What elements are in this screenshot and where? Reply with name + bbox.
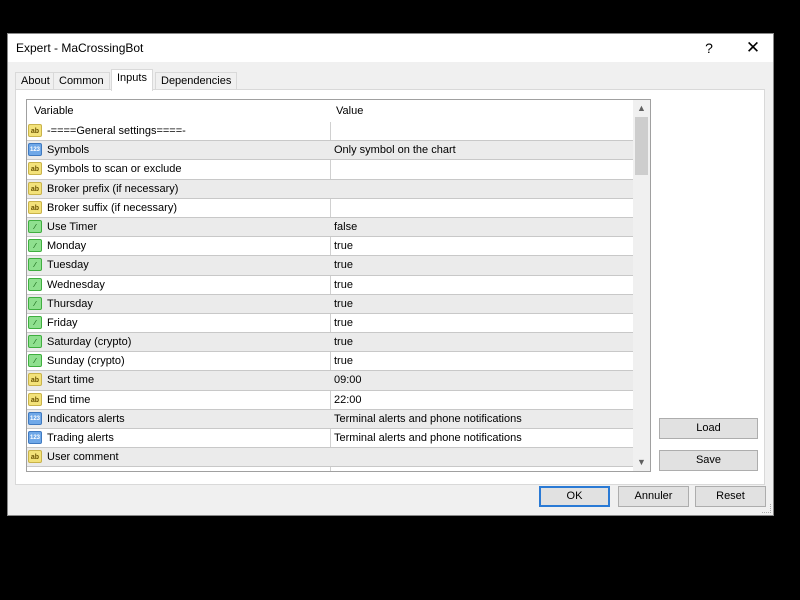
table-row[interactable]: ab Symbols to scan or exclude [27,160,634,180]
variable-value[interactable]: false [334,221,357,233]
variable-value[interactable]: true [334,317,353,329]
table-row[interactable]: ⁄ Friday true [27,314,634,334]
variable-value[interactable]: Terminal alerts and phone notifications [334,432,522,444]
string-type-icon: ab [28,181,42,195]
variable-name: -====General settings====- [47,125,186,137]
table-row[interactable]: 123 Indicators alerts Terminal alerts and … [27,409,634,429]
variable-name: Wednesday [47,278,105,291]
variable-name: End time [47,393,91,406]
string-type-icon: ab [28,162,42,176]
bool-type-icon: ⁄ [28,354,42,368]
table-row[interactable]: ab -====General settings====- [27,122,634,142]
variable-name: Use Timer [47,220,98,233]
enum-type-icon: 123 [28,143,42,157]
load-button[interactable]: Load [659,418,758,439]
variable-name: Symbols [47,144,90,157]
string-type-icon: ab [28,124,42,137]
table-row[interactable]: 123 Trading alerts Terminal alerts and pho… [27,429,634,449]
bool-type-icon: ⁄ [28,315,42,329]
grid-rows: ab -====General settings====- 123 Symbols On… [27,122,634,468]
variable-name: Broker suffix (if necessary) [47,201,178,214]
ok-button[interactable]: OK [539,486,610,507]
enum-type-icon: 123 [28,431,42,444]
variable-value[interactable]: true [334,240,353,252]
inputs-grid: Variable Value ab -====General settings==… [26,99,651,472]
scroll-up-icon[interactable]: ▲ [633,100,650,117]
column-header-variable[interactable]: Variable [34,105,74,117]
close-button[interactable]: ✕ [738,38,768,58]
scroll-thumb[interactable] [635,117,648,175]
tab-about[interactable]: About [15,72,56,90]
table-row[interactable]: ab End time 22:00 [27,391,634,410]
table-row[interactable]: ab User comment [27,448,634,468]
enum-type-icon: 123 [28,411,42,425]
table-row[interactable]: ⁄ Use Timer false [27,217,634,238]
variable-name: Indicators alerts [47,412,125,425]
vertical-scrollbar[interactable]: ▲ ▼ [633,100,650,471]
table-row[interactable]: 123 Symbols Only symbol on the chart [27,141,634,161]
variable-name: Sunday (crypto) [47,355,125,368]
title-bar: Expert - MaCrossingBot ? ✕ [8,34,773,62]
reset-button[interactable]: Reset [695,486,766,507]
variable-value[interactable]: 22:00 [334,394,362,406]
variable-value[interactable]: Terminal alerts and phone notifications [334,413,522,425]
bool-type-icon: ⁄ [28,277,42,291]
variable-name: Thursday [47,297,93,310]
column-header-value[interactable]: Value [336,105,363,117]
bool-type-icon: ⁄ [28,335,42,349]
cancel-button[interactable]: Annuler [618,486,689,507]
variable-value[interactable]: true [334,298,353,310]
table-row[interactable]: ⁄ Saturday (crypto) true [27,333,634,353]
variable-value[interactable]: true [334,336,353,348]
string-type-icon: ab [28,450,42,464]
variable-name: Tuesday [47,259,89,272]
variable-value[interactable]: true [334,355,353,367]
string-type-icon: ab [28,200,42,214]
table-row[interactable]: ⁄ Monday true [27,237,634,257]
tab-inputs[interactable]: Inputs [111,69,153,91]
tab-common[interactable]: Common [53,72,110,90]
grid-header: Variable Value [27,100,634,122]
table-row[interactable]: ab Start time 09:00 [27,371,634,391]
bool-type-icon: ⁄ [28,239,42,253]
scroll-down-icon[interactable]: ▼ [633,454,650,471]
variable-name: User comment [47,451,119,464]
string-type-icon: ab [28,373,42,387]
variable-value[interactable]: Only symbol on the chart [334,144,456,156]
variable-name: Start time [47,374,95,387]
table-row[interactable]: ⁄ Tuesday true [27,256,634,276]
table-row[interactable]: ⁄ Sunday (crypto) true [27,352,634,372]
bool-type-icon: ⁄ [28,296,42,310]
resize-grip[interactable] [762,504,771,513]
table-row[interactable]: ⁄ Wednesday true [27,276,634,295]
variable-name: Broker prefix (if necessary) [47,182,179,195]
bool-type-icon: ⁄ [28,258,42,272]
tab-dependencies[interactable]: Dependencies [155,72,238,90]
string-type-icon: ab [28,392,42,406]
table-row[interactable]: ab Broker suffix (if necessary) [27,199,634,218]
window-title: Expert - MaCrossingBot [16,41,144,55]
bool-type-icon: ⁄ [28,219,42,233]
table-row[interactable]: ⁄ Thursday true [27,294,634,314]
variable-name: Monday [47,240,87,253]
help-button[interactable]: ? [694,38,724,58]
variable-value[interactable]: 09:00 [334,374,362,386]
expert-dialog: Expert - MaCrossingBot ? ✕ About Common … [7,33,774,516]
save-button[interactable]: Save [659,450,758,471]
variable-value[interactable]: true [334,279,353,291]
variable-value[interactable]: true [334,259,353,271]
variable-name: Trading alerts [47,432,114,444]
variable-name: Symbols to scan or exclude [47,163,182,176]
variable-name: Friday [47,316,78,329]
table-row[interactable]: ab Broker prefix (if necessary) [27,179,634,199]
variable-name: Saturday (crypto) [47,336,132,349]
